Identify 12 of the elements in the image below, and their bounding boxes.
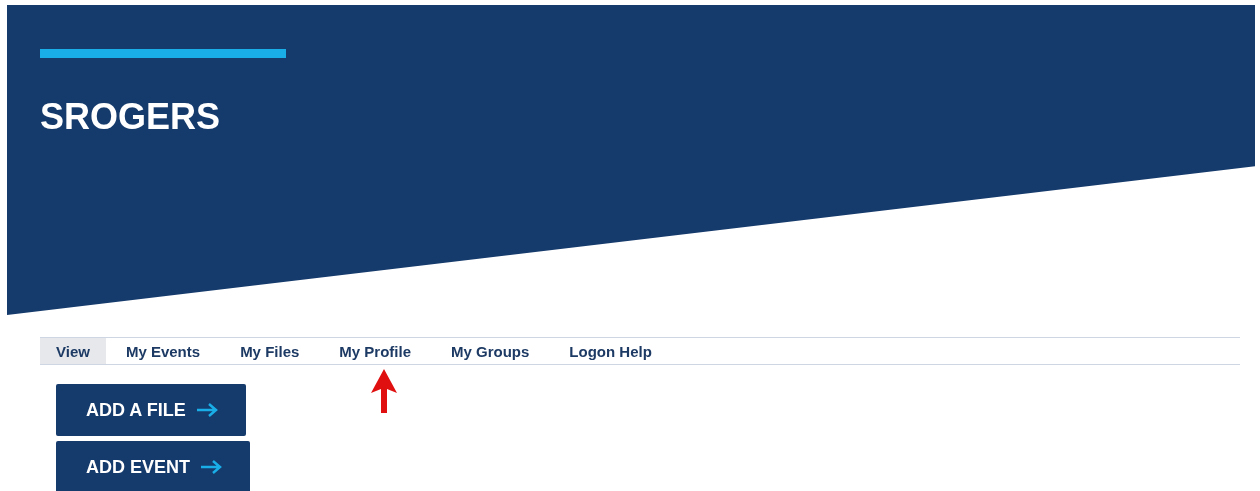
page-title: SROGERS — [40, 97, 221, 137]
arrow-right-icon — [195, 403, 218, 417]
nav-tab[interactable]: Logon Help — [549, 338, 672, 364]
add-button[interactable]: ADD A FILE — [56, 384, 246, 436]
nav-tab[interactable]: View — [40, 338, 106, 364]
annotation-arrow — [370, 369, 398, 413]
nav-tab[interactable]: My Files — [220, 338, 320, 364]
add-button[interactable]: ADD EVENT — [56, 441, 250, 491]
arrow-right-icon — [200, 460, 222, 474]
nav-tab[interactable]: My Groups — [431, 338, 550, 364]
nav-tab[interactable]: My Events — [105, 338, 221, 364]
nav-tab[interactable]: My Profile — [319, 338, 431, 364]
